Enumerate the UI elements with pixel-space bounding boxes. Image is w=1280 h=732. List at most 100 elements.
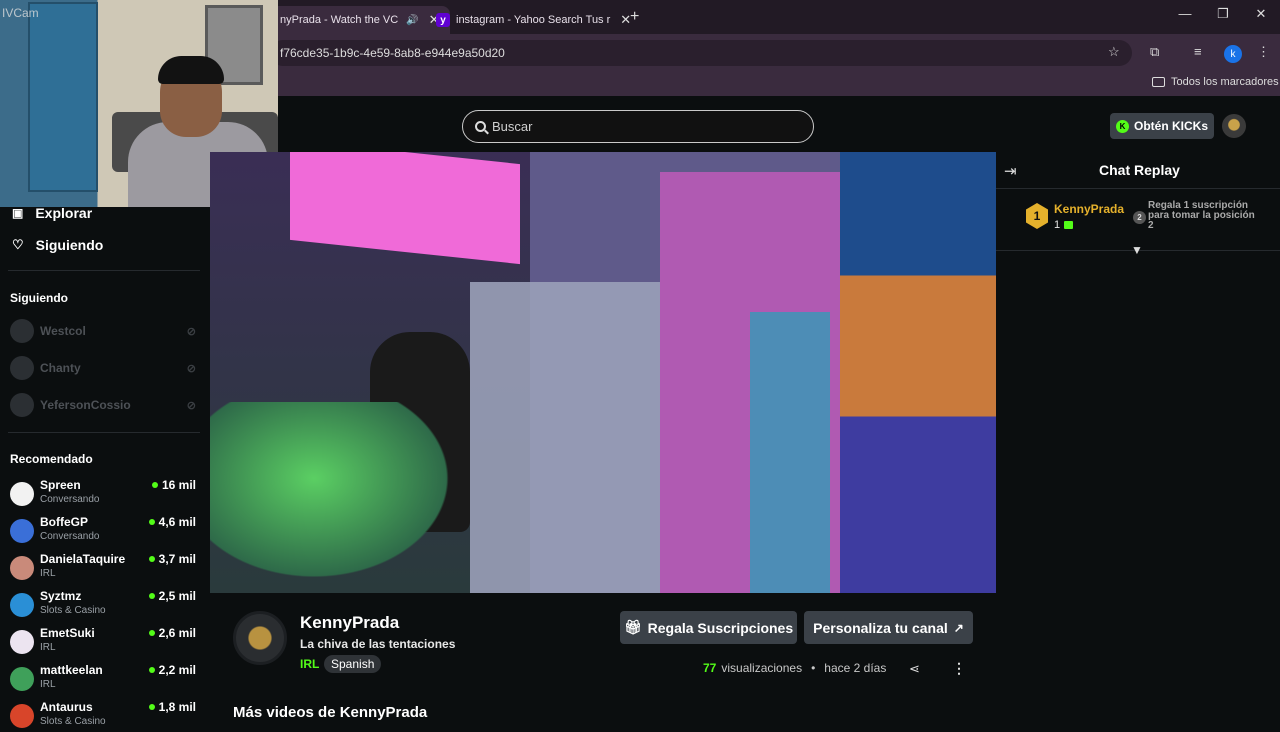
time-ago: hace 2 días	[824, 661, 887, 675]
recommended-item[interactable]: Syztmz Slots & Casino 2,5 mil	[10, 589, 196, 621]
tab-kick[interactable]: nyPrada - Watch the VC 🔊 ✕	[270, 6, 450, 34]
following-name: YefersonCossio	[40, 398, 131, 412]
new-tab-icon[interactable]: +	[630, 8, 639, 26]
kick-coin-icon: K	[1115, 119, 1129, 133]
channel-name: Spreen	[40, 478, 81, 492]
get-kicks-label: Obtén KICKs	[1133, 119, 1208, 133]
following-item[interactable]: Chanty ⊘	[10, 356, 196, 380]
avatar	[10, 319, 34, 343]
viewer-count: 1,8 mil	[148, 700, 196, 714]
customize-channel-button[interactable]: Personaliza tu canal ↗	[804, 611, 973, 644]
following-item[interactable]: Westcol ⊘	[10, 319, 196, 343]
more-options-icon[interactable]: ⋮	[952, 660, 966, 677]
channel-name: DanielaTaquire	[40, 552, 126, 566]
search-placeholder: Buscar	[492, 119, 533, 134]
live-dot-icon	[148, 593, 155, 599]
gift-icon: 🎁︎	[623, 619, 642, 635]
offline-icon: ⊘	[186, 399, 196, 412]
viewer-count: 4,6 mil	[148, 515, 196, 529]
avatar	[10, 667, 34, 691]
category-link[interactable]: IRL	[300, 657, 319, 671]
tab-yahoo[interactable]: y instagram - Yahoo Search Tus r ✕	[426, 6, 641, 34]
collapse-chat-icon[interactable]: ⇥	[1004, 162, 1017, 180]
menu-dots-icon[interactable]: ⋮	[1257, 44, 1270, 60]
get-kicks-button[interactable]: K Obtén KICKs	[1110, 113, 1214, 139]
language-tag[interactable]: Spanish	[324, 655, 382, 673]
following-item[interactable]: YefersonCossio ⊘	[10, 393, 196, 417]
heart-icon: ♡	[12, 237, 24, 252]
restore-icon[interactable]: ❐	[1204, 6, 1242, 22]
recommended-item[interactable]: Antaurus Slots & Casino 1,8 mil	[10, 700, 196, 732]
nav-explore[interactable]: ▣ Explorar	[12, 205, 92, 221]
avatar	[10, 519, 34, 543]
external-link-icon: ↗	[953, 620, 964, 635]
nav-following-label: Siguiendo	[35, 237, 104, 253]
avatar	[10, 393, 34, 417]
chat-panel	[996, 152, 1280, 720]
channel-avatar[interactable]	[233, 611, 287, 665]
offline-icon: ⊘	[186, 325, 196, 338]
following-heading: Siguiendo	[10, 291, 68, 305]
viewer-count: 2,6 mil	[148, 626, 196, 640]
tab-label: instagram - Yahoo Search Tus r	[456, 14, 611, 26]
recommended-item[interactable]: mattkeelan IRL 2,2 mil	[10, 663, 196, 695]
recommended-item[interactable]: DanielaTaquire IRL 3,7 mil	[10, 552, 196, 584]
search-input[interactable]: Buscar	[462, 110, 814, 143]
nav-explore-label: Explorar	[35, 205, 93, 221]
customize-channel-label: Personaliza tu canal	[813, 619, 948, 636]
avatar	[10, 482, 34, 506]
compass-icon: ▣	[12, 206, 24, 220]
webcam-person-hair	[158, 56, 224, 84]
viewer-count-value: 3,7 mil	[158, 552, 196, 566]
all-bookmarks[interactable]: Todos los marcadores	[1152, 76, 1279, 88]
url-text: f76cde35-1b9c-4e59-8ab8-e944e9a50d20	[280, 46, 505, 60]
viewer-count-value: 2,5 mil	[158, 589, 196, 603]
channel-category: Conversando	[40, 494, 100, 505]
viewer-count-value: 4,6 mil	[158, 515, 196, 529]
expand-leaderboard-icon[interactable]: ▼	[1131, 243, 1143, 257]
gift-subscriptions-button[interactable]: 🎁︎ Regala Suscripciones	[620, 611, 797, 644]
live-dot-icon	[148, 704, 155, 710]
gift-slot-prompt[interactable]: Regala 1 suscripción para tomar la posic…	[1148, 201, 1258, 231]
viewer-count: 2,5 mil	[148, 589, 196, 603]
video-scene-gate	[470, 282, 660, 593]
extensions-icon[interactable]: ⧉	[1150, 44, 1159, 60]
address-bar[interactable]: f76cde35-1b9c-4e59-8ab8-e944e9a50d20	[270, 40, 1132, 66]
media-icon[interactable]: ≡	[1194, 44, 1202, 59]
viewer-count: 3,7 mil	[148, 552, 196, 566]
channel-category: Conversando	[40, 531, 100, 542]
profile-avatar[interactable]: k	[1224, 45, 1242, 63]
user-avatar[interactable]	[1222, 114, 1246, 138]
sidebar-divider	[8, 432, 200, 433]
viewer-count-value: 2,6 mil	[158, 626, 196, 640]
recommended-item[interactable]: BoffeGP Conversando 4,6 mil	[10, 515, 196, 547]
avatar	[10, 356, 34, 380]
top-gifter-name[interactable]: KennyPrada	[1054, 202, 1124, 216]
channel-name[interactable]: KennyPrada	[300, 613, 399, 633]
chat-divider	[996, 188, 1280, 189]
avatar	[10, 593, 34, 617]
viewer-count-value: 1,8 mil	[158, 700, 196, 714]
star-icon[interactable]: ☆	[1108, 44, 1120, 60]
share-icon[interactable]: ⋖	[909, 661, 920, 677]
channel-category: Slots & Casino	[40, 716, 106, 727]
avatar	[10, 630, 34, 654]
minimize-icon[interactable]: —	[1166, 6, 1204, 21]
video-player[interactable]	[210, 152, 996, 593]
viewer-count-value: 16 mil	[161, 478, 196, 492]
recommended-item[interactable]: Spreen Conversando 16 mil	[10, 478, 196, 510]
channel-category: IRL	[40, 679, 56, 690]
sidebar-divider	[8, 270, 200, 271]
channel-name: BoffeGP	[40, 515, 88, 529]
channel-name: mattkeelan	[40, 663, 103, 677]
close-window-icon[interactable]: ✕	[1242, 6, 1280, 22]
avatar	[10, 704, 34, 728]
recommended-item[interactable]: EmetSuki IRL 2,6 mil	[10, 626, 196, 658]
all-bookmarks-label: Todos los marcadores	[1171, 76, 1279, 88]
recommended-heading: Recomendado	[10, 452, 93, 466]
nav-following[interactable]: ♡ Siguiendo	[12, 237, 103, 253]
yahoo-icon: y	[436, 13, 450, 27]
video-stats: 77 visualizaciones • hace 2 días	[703, 661, 886, 675]
video-scene-blue-door	[750, 312, 830, 593]
channel-category: IRL	[40, 642, 56, 653]
